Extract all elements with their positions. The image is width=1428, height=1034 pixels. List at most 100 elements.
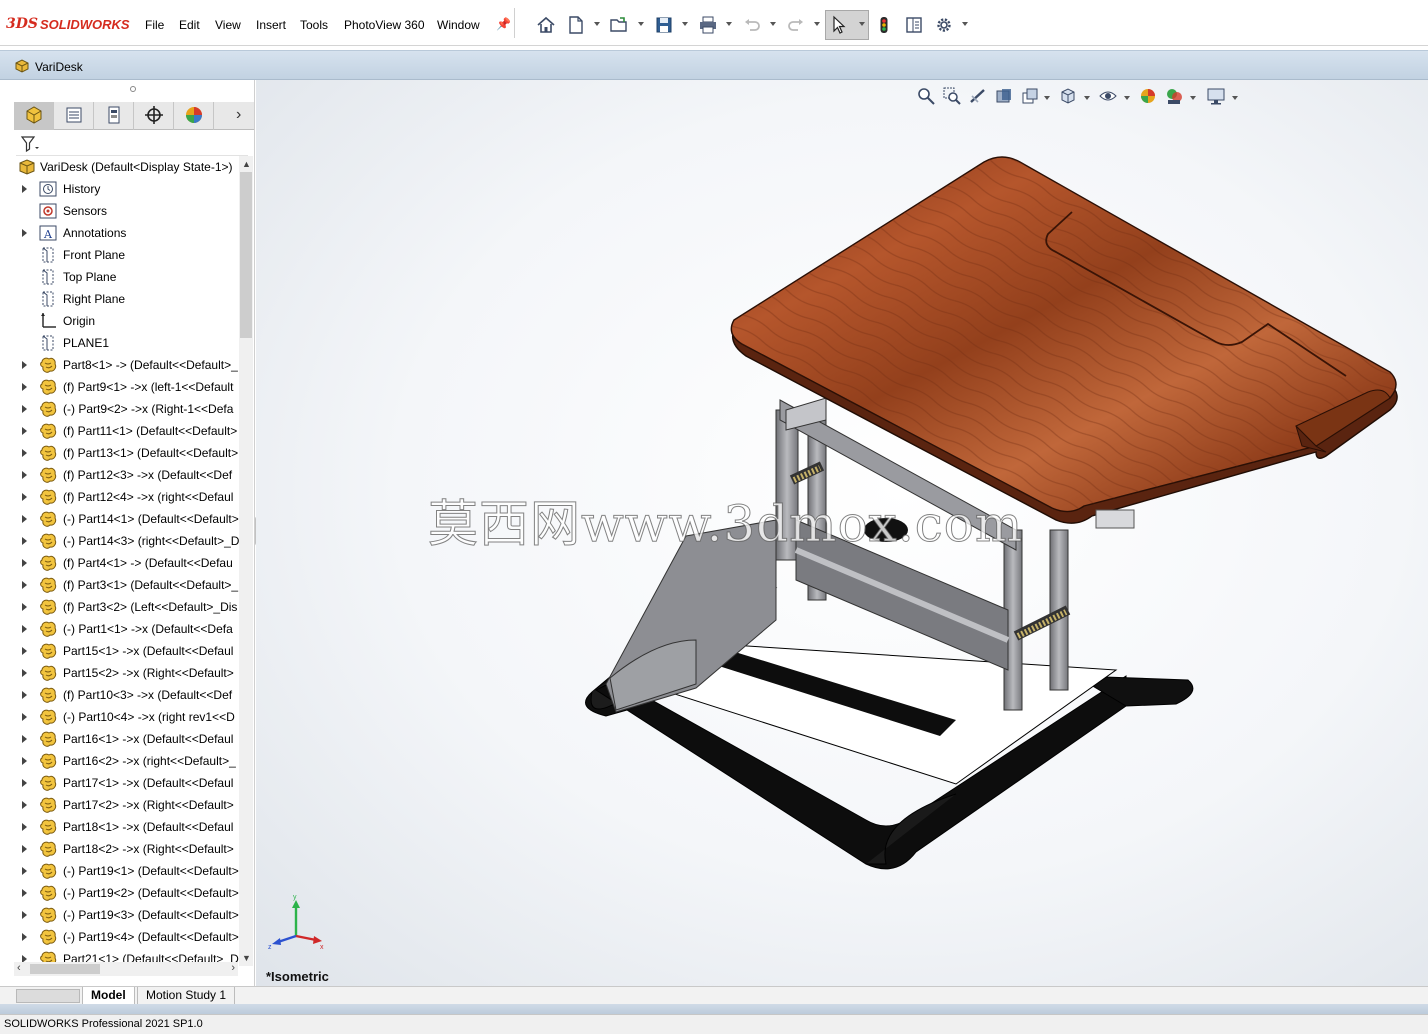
tree-item[interactable]: (-) Part19<1> (Default<<Default> xyxy=(12,860,240,882)
tree-item[interactable]: (f) Part11<1> (Default<<Default> xyxy=(12,420,240,442)
document-title[interactable]: VariDesk xyxy=(35,60,83,74)
expand-arrow-icon[interactable] xyxy=(22,603,27,611)
save-icon[interactable] xyxy=(653,14,675,36)
tree-item[interactable]: Part17<1> ->x (Default<<Defaul xyxy=(12,772,240,794)
tree-item[interactable]: (f) Part3<1> (Default<<Default>_ xyxy=(12,574,240,596)
tree-item[interactable]: Part18<1> ->x (Default<<Defaul xyxy=(12,816,240,838)
save-dropdown-icon[interactable] xyxy=(682,22,688,26)
pin-menu-icon[interactable]: 📌 xyxy=(496,18,511,30)
expand-arrow-icon[interactable] xyxy=(22,581,27,589)
expand-arrow-icon[interactable] xyxy=(22,185,27,193)
tree-item[interactable]: Part8<1> -> (Default<<Default>_ xyxy=(12,354,240,376)
expand-arrow-icon[interactable] xyxy=(22,757,27,765)
tree-root-assembly[interactable]: VariDesk (Default<Display State-1>) xyxy=(12,156,240,178)
expand-arrow-icon[interactable] xyxy=(22,647,27,655)
menu-insert[interactable]: Insert xyxy=(256,18,286,32)
filter-funnel-icon[interactable] xyxy=(20,135,40,153)
previous-view-icon[interactable] xyxy=(968,86,988,106)
redo-icon[interactable] xyxy=(785,14,807,36)
undo-dropdown-icon[interactable] xyxy=(770,22,776,26)
tree-item[interactable]: (f) Part3<2> (Left<<Default>_Dis xyxy=(12,596,240,618)
scroll-left-arrow-icon[interactable]: ‹ xyxy=(17,962,21,974)
display-dropdown-icon[interactable] xyxy=(1124,96,1130,100)
section-view-icon[interactable] xyxy=(994,86,1014,106)
tree-item[interactable]: (-) Part19<4> (Default<<Default> xyxy=(12,926,240,948)
dynamic-annotation-views-icon[interactable] xyxy=(1020,86,1040,106)
tree-item[interactable]: (f) Part12<4> ->x (right<<Defaul xyxy=(12,486,240,508)
tree-item[interactable]: Right Plane xyxy=(12,288,240,310)
expand-arrow-icon[interactable] xyxy=(22,713,27,721)
zoom-to-fit-icon[interactable] xyxy=(916,86,936,106)
panel-grip-handle[interactable] xyxy=(130,86,136,92)
home-icon[interactable] xyxy=(535,14,557,36)
expand-arrow-icon[interactable] xyxy=(22,493,27,501)
tree-item[interactable]: A Annotations xyxy=(12,222,240,244)
expand-arrow-icon[interactable] xyxy=(22,229,27,237)
tree-item[interactable]: (f) Part9<1> ->x (left-1<<Default xyxy=(12,376,240,398)
expand-arrow-icon[interactable] xyxy=(22,559,27,567)
expand-arrow-icon[interactable] xyxy=(22,405,27,413)
tab-feature-manager[interactable] xyxy=(14,102,54,130)
view-settings-monitor-icon[interactable] xyxy=(1206,86,1226,106)
expand-arrow-icon[interactable] xyxy=(22,911,27,919)
scroll-down-arrow-icon[interactable]: ▼ xyxy=(242,953,251,963)
solidworks-logo[interactable]: 3DS SOLIDWORKS xyxy=(6,14,130,34)
expand-arrow-icon[interactable] xyxy=(22,691,27,699)
edit-appearance-icon[interactable] xyxy=(1138,86,1158,106)
options-dropdown-icon[interactable] xyxy=(962,22,968,26)
expand-arrow-icon[interactable] xyxy=(22,801,27,809)
graphics-viewport[interactable]: 莫西网www.3dmox.com y x z *Isometric xyxy=(256,80,1428,986)
tab-display-manager[interactable] xyxy=(174,102,214,130)
tree-item[interactable]: Top Plane xyxy=(12,266,240,288)
file-properties-icon[interactable] xyxy=(903,14,925,36)
expand-arrow-icon[interactable] xyxy=(22,889,27,897)
menu-window[interactable]: Window xyxy=(437,18,480,32)
tree-item[interactable]: Part16<1> ->x (Default<<Defaul xyxy=(12,728,240,750)
display-style-icon[interactable] xyxy=(1098,86,1118,106)
tree-item[interactable]: Part15<1> ->x (Default<<Defaul xyxy=(12,640,240,662)
expand-arrow-icon[interactable] xyxy=(22,361,27,369)
tab-model[interactable]: Model xyxy=(82,987,135,1005)
tab-motion-study-1[interactable]: Motion Study 1 xyxy=(137,987,236,1005)
tab-dimxpert-manager[interactable] xyxy=(134,102,174,130)
menu-file[interactable]: File xyxy=(145,18,164,32)
horizontal-scroll-thumb[interactable] xyxy=(30,964,100,974)
scroll-right-arrow-icon[interactable]: › xyxy=(231,962,235,974)
orientation-dropdown-icon[interactable] xyxy=(1084,96,1090,100)
tree-item[interactable]: (-) Part10<4> ->x (right rev1<<D xyxy=(12,706,240,728)
tree-item[interactable]: Part15<2> ->x (Right<<Default> xyxy=(12,662,240,684)
tree-item[interactable]: (-) Part14<3> (right<<Default>_D xyxy=(12,530,240,552)
tree-item[interactable]: Part16<2> ->x (right<<Default>_ xyxy=(12,750,240,772)
print-dropdown-icon[interactable] xyxy=(726,22,732,26)
expand-arrow-icon[interactable] xyxy=(22,669,27,677)
tree-horizontal-scrollbar[interactable]: ‹ › xyxy=(14,962,238,976)
expand-arrow-icon[interactable] xyxy=(22,845,27,853)
tree-item[interactable]: Origin xyxy=(12,310,240,332)
tree-item[interactable]: Part17<2> ->x (Right<<Default> xyxy=(12,794,240,816)
expand-arrow-icon[interactable] xyxy=(22,515,27,523)
zoom-to-area-icon[interactable] xyxy=(942,86,962,106)
expand-arrow-icon[interactable] xyxy=(22,471,27,479)
scroll-thumb[interactable] xyxy=(240,172,252,338)
tree-item[interactable]: Sensors xyxy=(12,200,240,222)
options-gear-icon[interactable] xyxy=(933,14,955,36)
open-folder-icon[interactable] xyxy=(608,14,630,36)
tree-item[interactable]: (-) Part14<1> (Default<<Default> xyxy=(12,508,240,530)
expand-arrow-icon[interactable] xyxy=(22,537,27,545)
settings-dropdown-icon[interactable] xyxy=(1232,96,1238,100)
view-orientation-icon[interactable] xyxy=(1058,86,1078,106)
scroll-up-arrow-icon[interactable]: ▲ xyxy=(242,159,251,169)
apply-scene-icon[interactable] xyxy=(1164,86,1184,106)
new-document-icon[interactable] xyxy=(565,14,587,36)
tree-vertical-scrollbar[interactable]: ▲ ▼ xyxy=(239,156,253,966)
menu-edit[interactable]: Edit xyxy=(179,18,200,32)
tree-item[interactable]: (-) Part19<2> (Default<<Default> xyxy=(12,882,240,904)
open-dropdown-icon[interactable] xyxy=(638,22,644,26)
menu-view[interactable]: View xyxy=(215,18,241,32)
expand-arrow-icon[interactable] xyxy=(22,427,27,435)
expand-arrow-icon[interactable] xyxy=(22,735,27,743)
expand-arrow-icon[interactable] xyxy=(22,625,27,633)
tab-configuration-manager[interactable] xyxy=(94,102,134,130)
expand-arrow-icon[interactable] xyxy=(22,823,27,831)
select-dropdown-icon[interactable] xyxy=(859,22,865,26)
